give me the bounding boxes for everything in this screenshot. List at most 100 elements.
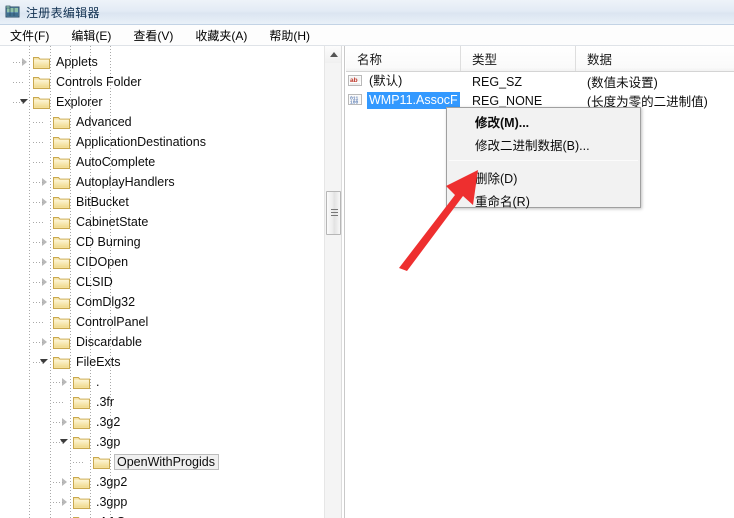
tree-connector-line [53, 382, 65, 383]
tree-node[interactable]: Explorer [19, 92, 106, 112]
folder-icon [53, 275, 70, 289]
svg-text:ab: ab [350, 77, 358, 84]
folder-icon [53, 135, 70, 149]
tree-node[interactable]: .3fr [59, 392, 117, 412]
tree-node[interactable]: FileExts [39, 352, 123, 372]
tree-node[interactable]: BitBucket [39, 192, 132, 212]
tree-node[interactable]: .AAC [59, 512, 128, 518]
folder-icon [53, 315, 70, 329]
ctx-rename[interactable]: 重命名(R) [447, 189, 640, 212]
value-name-cell: ab (默认) [346, 73, 461, 90]
tree-node[interactable]: ControlPanel [39, 312, 151, 332]
folder-icon [93, 455, 110, 469]
tree-node[interactable]: CabinetState [39, 212, 151, 232]
folder-icon [73, 375, 90, 389]
tree-indent-spacer [39, 152, 53, 172]
tree-node-label: .3g2 [94, 414, 123, 430]
scrollbar-thumb[interactable] [326, 191, 341, 235]
tree-node[interactable]: Applets [19, 52, 101, 72]
tree-connector-line [33, 322, 45, 323]
expand-triangle-icon[interactable] [59, 472, 73, 492]
tree-indent-spacer [39, 212, 53, 232]
ctx-delete[interactable]: 删除(D) [447, 166, 640, 189]
tree-connector-line [33, 142, 45, 143]
collapse-triangle-icon[interactable] [59, 432, 73, 452]
value-context-menu[interactable]: 修改(M)... 修改二进制数据(B)... 删除(D) 重命名(R) [446, 107, 641, 208]
pane-splitter[interactable] [341, 46, 345, 518]
tree-node[interactable]: ComDlg32 [39, 292, 138, 312]
tree-connector-line [53, 502, 65, 503]
tree-connector-line [33, 362, 45, 363]
tree-node[interactable]: CIDOpen [39, 252, 131, 272]
tree-node[interactable]: .3gp2 [59, 472, 130, 492]
column-header-name[interactable]: 名称 [346, 46, 461, 71]
tree-node-label: CIDOpen [74, 254, 131, 270]
tree-node[interactable]: .3gp [59, 432, 123, 452]
folder-icon [53, 215, 70, 229]
tree-connector-line [33, 162, 45, 163]
tree-node[interactable]: Discardable [39, 332, 145, 352]
tree-node[interactable]: AutoplayHandlers [39, 172, 178, 192]
folder-icon [73, 475, 90, 489]
value-type-cell: REG_NONE [461, 94, 576, 108]
tree-node-label: CabinetState [74, 214, 151, 230]
expand-triangle-icon[interactable] [59, 512, 73, 518]
tree-node[interactable]: Advanced [39, 112, 135, 132]
expand-triangle-icon[interactable] [39, 232, 53, 252]
menu-favorites[interactable]: 收藏夹(A) [195, 25, 258, 46]
expand-triangle-icon[interactable] [59, 412, 73, 432]
column-header-data[interactable]: 数据 [576, 46, 734, 71]
tree-node[interactable]: OpenWithProgids [79, 452, 219, 472]
tree-node-label: OpenWithProgids [114, 454, 219, 470]
folder-icon [33, 75, 50, 89]
tree-node[interactable]: Controls Folder [19, 72, 144, 92]
expand-triangle-icon[interactable] [39, 272, 53, 292]
tree-vertical-scrollbar[interactable] [324, 46, 341, 518]
tree-node[interactable]: AutoComplete [39, 152, 158, 172]
column-header-type[interactable]: 类型 [461, 46, 576, 71]
expand-triangle-icon[interactable] [19, 52, 33, 72]
expand-triangle-icon[interactable] [39, 332, 53, 352]
tree-node[interactable]: . [59, 372, 102, 392]
tree-node-label: .3gpp [94, 494, 130, 510]
value-type-cell: REG_SZ [461, 75, 576, 89]
value-name-cell: 011100WMP11.AssocF [346, 92, 461, 109]
tree-indent-spacer [79, 452, 93, 472]
menu-file[interactable]: 文件(F) [10, 25, 60, 46]
folder-icon [53, 235, 70, 249]
context-menu-separator [449, 160, 638, 161]
expand-triangle-icon[interactable] [39, 192, 53, 212]
expand-triangle-icon[interactable] [59, 372, 73, 392]
tree-node-label: Explorer [54, 94, 106, 110]
value-name-text: (默认) [367, 73, 404, 90]
ctx-modify-binary[interactable]: 修改二进制数据(B)... [447, 133, 640, 156]
tree-node[interactable]: CD Burning [39, 232, 144, 252]
tree-node-label: Advanced [74, 114, 135, 130]
value-row[interactable]: ab(默认)REG_SZ(数值未设置) [346, 72, 734, 91]
menu-help[interactable]: 帮助(H) [269, 25, 321, 46]
tree-node[interactable]: .3gpp [59, 492, 130, 512]
menu-edit[interactable]: 编辑(E) [71, 25, 122, 46]
folder-icon [53, 295, 70, 309]
scroll-up-arrow-icon[interactable] [325, 46, 342, 63]
collapse-triangle-icon[interactable] [19, 92, 33, 112]
collapse-triangle-icon[interactable] [39, 352, 53, 372]
tree-node[interactable]: .3g2 [59, 412, 123, 432]
folder-icon [53, 115, 70, 129]
binary-value-icon: 011100 [348, 93, 364, 108]
ctx-modify[interactable]: 修改(M)... [447, 110, 640, 133]
menu-view[interactable]: 查看(V) [133, 25, 184, 46]
folder-icon [53, 175, 70, 189]
tree-node[interactable]: CLSID [39, 272, 116, 292]
list-column-headers: 名称 类型 数据 [346, 46, 734, 72]
tree-connector-line [33, 342, 45, 343]
expand-triangle-icon[interactable] [39, 172, 53, 192]
expand-triangle-icon[interactable] [39, 252, 53, 272]
tree-node-label: CLSID [74, 274, 116, 290]
expand-triangle-icon[interactable] [59, 492, 73, 512]
tree-node[interactable]: ApplicationDestinations [39, 132, 209, 152]
menu-bar: 文件(F) 编辑(E) 查看(V) 收藏夹(A) 帮助(H) [0, 25, 734, 46]
registry-tree-pane[interactable]: AppletsControls Folder Explorer Advanced Ap… [0, 46, 322, 518]
expand-triangle-icon[interactable] [39, 292, 53, 312]
tree-connector-line [53, 442, 65, 443]
